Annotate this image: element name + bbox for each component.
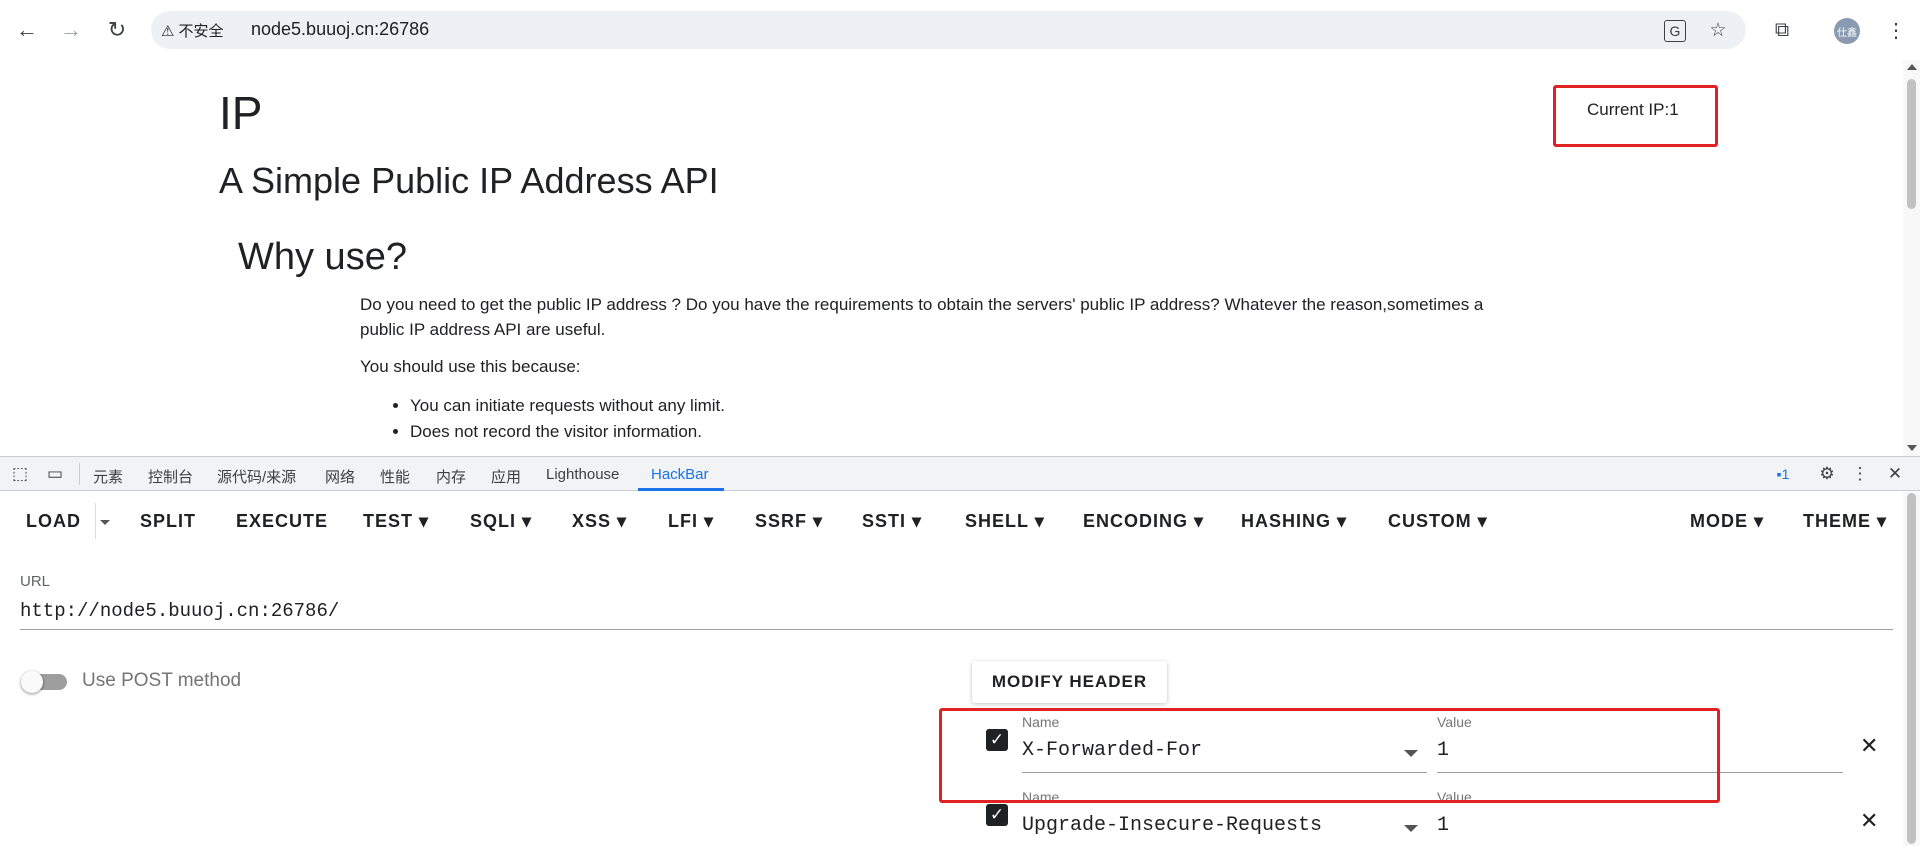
- hashing-menu-button[interactable]: HASHING ▾: [1241, 511, 1347, 532]
- hackbar-toolbar: LOAD SPLIT EXECUTE TEST ▾ SQLI ▾ XSS ▾ L…: [0, 491, 1900, 551]
- browser-toolbar: ← → ↻ ⚠ 不安全 node5.buuoj.cn:26786 G ☆ ⧉ 仕…: [0, 0, 1920, 61]
- load-dropdown-icon[interactable]: [100, 520, 110, 525]
- ssti-menu-button[interactable]: SSTI ▾: [862, 511, 922, 532]
- page-scrollbar-thumb[interactable]: [1907, 79, 1916, 209]
- hackbar-scrollbar-thumb[interactable]: [1907, 493, 1916, 844]
- reasons-list: You can initiate requests without any li…: [360, 393, 725, 445]
- forward-arrow-icon[interactable]: →: [55, 14, 87, 46]
- url-field-label: URL: [20, 573, 51, 590]
- header-name-dropdown-icon[interactable]: [1404, 825, 1418, 832]
- scroll-up-icon[interactable]: [1907, 64, 1917, 70]
- post-method-label: Use POST method: [82, 670, 242, 691]
- more-options-icon[interactable]: ⋮: [1848, 462, 1872, 486]
- tab-elements[interactable]: 元素: [93, 466, 123, 487]
- reload-icon[interactable]: ↻: [101, 14, 133, 46]
- url-input[interactable]: [20, 599, 1893, 623]
- security-label: 不安全: [178, 23, 224, 40]
- mode-menu-button[interactable]: MODE ▾: [1690, 511, 1764, 532]
- shell-menu-button[interactable]: SHELL ▾: [965, 511, 1045, 532]
- tab-hackbar[interactable]: HackBar: [651, 466, 709, 483]
- warning-icon: ⚠: [161, 22, 175, 40]
- intro-paragraph: Do you need to get the public IP address…: [360, 295, 1484, 339]
- translate-icon[interactable]: G: [1664, 20, 1686, 42]
- list-item: Does not record the visitor information.: [410, 419, 725, 445]
- load-divider: [95, 503, 96, 539]
- tab-application[interactable]: 应用: [491, 466, 521, 487]
- scroll-down-icon[interactable]: [1907, 445, 1917, 451]
- load-button[interactable]: LOAD: [26, 511, 81, 532]
- xss-menu-button[interactable]: XSS ▾: [572, 511, 627, 532]
- modify-header-button[interactable]: MODIFY HEADER: [972, 661, 1167, 703]
- tab-console[interactable]: 控制台: [148, 466, 193, 487]
- ssrf-menu-button[interactable]: SSRF ▾: [755, 511, 823, 532]
- devtools-tabbar: ⬚ ▭ 元素 控制台 源代码/来源 网络 性能 内存 应用 Lighthouse…: [0, 456, 1920, 491]
- header-enabled-checkbox[interactable]: ✓: [986, 804, 1008, 826]
- header-highlight-box: [939, 708, 1720, 803]
- address-bar[interactable]: ⚠ 不安全 node5.buuoj.cn:26786 G ☆: [151, 11, 1746, 49]
- ip-highlight-box: [1553, 85, 1718, 147]
- web-page: IP A Simple Public IP Address API Why us…: [0, 60, 1920, 456]
- theme-menu-button[interactable]: THEME ▾: [1803, 511, 1887, 532]
- extensions-puzzle-icon[interactable]: ⧉: [1766, 14, 1798, 46]
- hackbar-panel: LOAD SPLIT EXECUTE TEST ▾ SQLI ▾ XSS ▾ L…: [0, 491, 1920, 846]
- sqli-menu-button[interactable]: SQLI ▾: [470, 511, 532, 532]
- browser-menu-icon[interactable]: ⋮: [1880, 14, 1912, 46]
- test-menu-button[interactable]: TEST ▾: [363, 511, 429, 532]
- page-subtitle: A Simple Public IP Address API: [219, 160, 719, 201]
- post-method-toggle[interactable]: [21, 671, 69, 693]
- settings-gear-icon[interactable]: ⚙: [1815, 462, 1839, 486]
- hackbar-scrollbar[interactable]: [1903, 491, 1920, 846]
- tab-sources[interactable]: 源代码/来源: [217, 466, 296, 487]
- profile-avatar[interactable]: 仕鑫: [1834, 18, 1860, 44]
- tab-lighthouse[interactable]: Lighthouse: [546, 466, 619, 483]
- header-name-input[interactable]: Upgrade-Insecure-Requests: [1022, 814, 1322, 837]
- toggle-knob: [21, 671, 43, 693]
- bookmark-star-icon[interactable]: ☆: [1706, 18, 1730, 42]
- why-use-heading: Why use?: [238, 236, 407, 278]
- tab-performance[interactable]: 性能: [380, 466, 410, 487]
- issues-count: 1: [1781, 466, 1790, 482]
- reasons-intro: You should use this because:: [360, 357, 581, 376]
- lfi-menu-button[interactable]: LFI ▾: [668, 511, 714, 532]
- device-toolbar-icon[interactable]: ▭: [43, 462, 67, 486]
- encoding-menu-button[interactable]: ENCODING ▾: [1083, 511, 1204, 532]
- url-underline: [20, 629, 1893, 630]
- inspect-element-icon[interactable]: ⬚: [8, 462, 32, 486]
- close-devtools-icon[interactable]: ✕: [1883, 462, 1907, 486]
- execute-button[interactable]: EXECUTE: [236, 511, 328, 532]
- remove-header-icon[interactable]: ✕: [1860, 733, 1878, 759]
- tab-divider: [79, 463, 80, 485]
- list-item: You can initiate requests without any li…: [410, 393, 725, 419]
- issues-counter[interactable]: ▪ 1: [1763, 462, 1803, 486]
- tab-network[interactable]: 网络: [325, 466, 355, 487]
- header-value-input[interactable]: 1: [1437, 814, 1449, 837]
- page-scrollbar[interactable]: [1903, 60, 1920, 456]
- split-button[interactable]: SPLIT: [140, 511, 196, 532]
- address-url[interactable]: node5.buuoj.cn:26786: [251, 19, 429, 40]
- tab-memory[interactable]: 内存: [436, 466, 466, 487]
- custom-menu-button[interactable]: CUSTOM ▾: [1388, 511, 1488, 532]
- page-title: IP: [219, 87, 263, 139]
- security-indicator[interactable]: ⚠ 不安全: [161, 20, 223, 41]
- remove-header-icon[interactable]: ✕: [1860, 808, 1878, 834]
- back-arrow-icon[interactable]: ←: [11, 14, 43, 46]
